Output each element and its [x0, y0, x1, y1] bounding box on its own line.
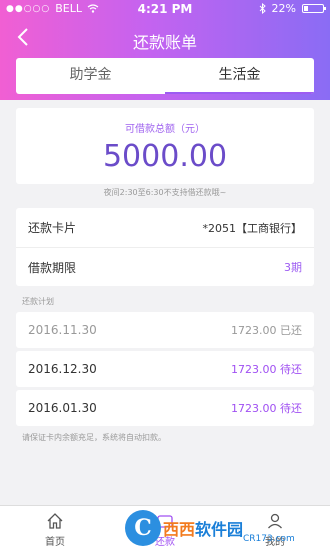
status-bar: ●●○○○ BELL 4:21 PM 22% — [0, 0, 330, 18]
amount-label: 可借款总额（元） — [125, 124, 205, 135]
loan-term-row: 借款期限 3期 — [16, 247, 314, 286]
watermark-brand: 西西软件园 — [163, 520, 244, 539]
amount-value: 5000.00 — [102, 139, 228, 174]
repay-card-label: 还款卡片 — [28, 221, 77, 235]
plan-date: 2016.01.30 — [28, 401, 97, 415]
auto-debit-tip: 请保证卡内余额充足，系统将自动扣款。 — [22, 433, 166, 442]
tabbar-home[interactable]: 首页 — [0, 506, 110, 550]
site-watermark: C 西西软件园 CR173.com — [125, 508, 330, 548]
loan-term-value: 3期 — [284, 261, 302, 274]
nav-bar: 还款账单 — [0, 20, 330, 56]
page-title: 还款账单 — [132, 33, 197, 52]
plan-item[interactable]: 2016.12.30 1723.00 待还 — [16, 351, 314, 387]
amount-card: 可借款总额（元） 5000.00 — [16, 108, 314, 184]
watermark-logo-icon: C — [125, 510, 161, 546]
bluetooth-icon — [259, 3, 266, 14]
plan-item[interactable]: 2016.11.30 1723.00 已还 — [16, 312, 314, 348]
plan-amount-status: 1723.00 已还 — [231, 324, 302, 337]
home-icon — [47, 513, 63, 529]
battery-icon — [302, 4, 326, 13]
segment-tabs: 助学金 生活金 — [16, 58, 314, 94]
tab-student-grant[interactable]: 助学金 — [16, 58, 165, 94]
plan-amount-status: 1723.00 待还 — [231, 363, 302, 376]
tab-living-fund[interactable]: 生活金 — [165, 58, 314, 94]
plan-date: 2016.12.30 — [28, 362, 97, 376]
plan-amount-status: 1723.00 待还 — [231, 402, 302, 415]
repay-card-row[interactable]: 还款卡片 *2051【工商银行】 — [16, 208, 314, 247]
night-notice: 夜间2:30至6:30不支持借还款哦~ — [103, 188, 227, 197]
tabbar-home-label: 首页 — [45, 537, 65, 548]
loan-info-card: 还款卡片 *2051【工商银行】 借款期限 3期 — [16, 208, 314, 286]
battery-percent: 22% — [271, 2, 296, 15]
watermark-url: CR173.com — [243, 534, 295, 544]
plan-date: 2016.11.30 — [28, 323, 97, 337]
plan-item[interactable]: 2016.01.30 1723.00 待还 — [16, 390, 314, 426]
repay-card-value: *2051【工商银行】 — [202, 221, 303, 235]
plan-section-label: 还款计划 — [22, 297, 54, 306]
status-right: 22% — [259, 2, 326, 15]
loan-term-label: 借款期限 — [28, 260, 77, 275]
